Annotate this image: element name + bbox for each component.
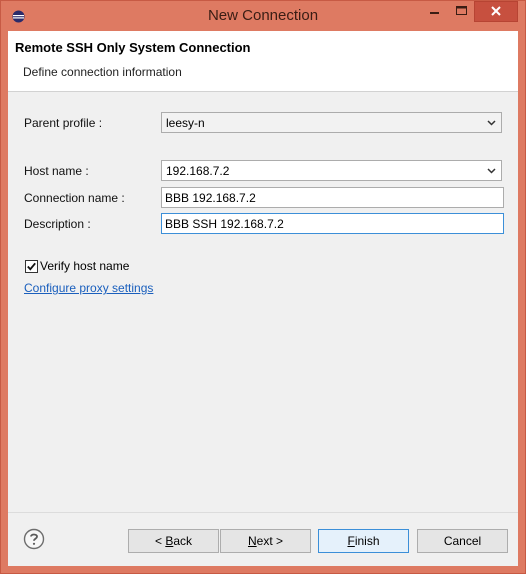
help-question-icon[interactable]	[23, 528, 45, 550]
next-button[interactable]: Next >	[220, 529, 311, 553]
parent-profile-value: leesy-n	[166, 116, 205, 130]
finish-button-mnemonic: F	[347, 534, 355, 548]
button-bar-separator	[8, 512, 518, 513]
new-connection-window: New Connection Remote SSH Only System Co…	[0, 0, 526, 574]
wizard-page-description: Define connection information	[23, 65, 182, 79]
configure-proxy-link[interactable]: Configure proxy settings	[24, 281, 153, 295]
host-name-combo[interactable]: 192.168.7.2	[161, 160, 502, 181]
connection-name-label: Connection name :	[24, 191, 125, 205]
minimize-icon	[430, 12, 439, 14]
checkmark-icon	[27, 262, 36, 271]
finish-button-label: inish	[354, 534, 380, 548]
chevron-down-icon	[487, 120, 496, 126]
next-button-label: ext >	[256, 534, 284, 548]
connection-name-field[interactable]	[161, 187, 504, 208]
host-name-label: Host name :	[24, 164, 89, 178]
back-button-prefix: <	[154, 534, 166, 548]
title-bar[interactable]: New Connection	[1, 1, 525, 31]
close-button[interactable]	[474, 1, 518, 22]
maximize-button[interactable]	[448, 1, 474, 22]
parent-profile-combo[interactable]: leesy-n	[161, 112, 502, 133]
dialog-client-area: Remote SSH Only System Connection Define…	[8, 31, 518, 566]
description-label: Description :	[24, 217, 91, 231]
description-field[interactable]	[161, 213, 504, 234]
wizard-banner: Remote SSH Only System Connection Define…	[8, 31, 518, 92]
host-name-value: 192.168.7.2	[166, 164, 230, 178]
cancel-button[interactable]: Cancel	[417, 529, 508, 553]
back-button[interactable]: < Back	[128, 529, 219, 553]
verify-host-label[interactable]: Verify host name	[40, 259, 129, 273]
finish-button[interactable]: Finish	[318, 529, 409, 553]
verify-host-checkbox[interactable]	[25, 260, 38, 273]
minimize-button[interactable]	[421, 1, 447, 22]
next-button-mnemonic: N	[247, 534, 257, 548]
parent-profile-label: Parent profile :	[24, 116, 103, 130]
close-icon	[491, 6, 501, 16]
chevron-down-icon	[487, 168, 496, 174]
back-button-label: ack	[173, 534, 193, 548]
maximize-icon	[456, 6, 467, 15]
wizard-page-title: Remote SSH Only System Connection	[15, 40, 251, 55]
